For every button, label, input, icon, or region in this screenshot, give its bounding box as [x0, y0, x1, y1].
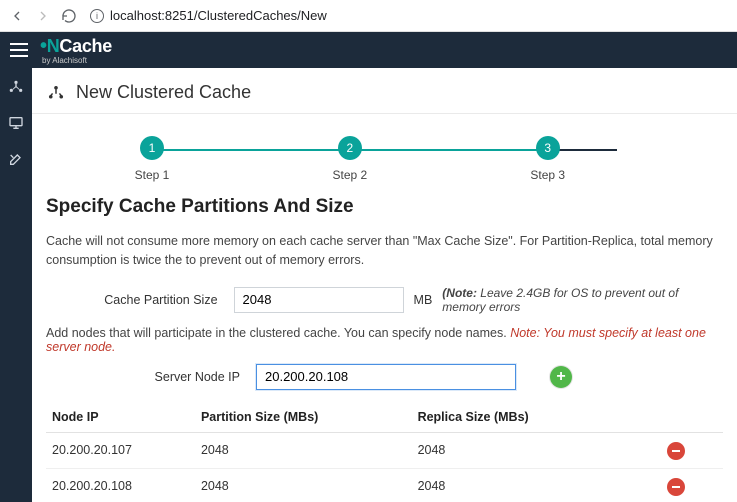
url-text: localhost:8251/ClusteredCaches/New	[110, 8, 327, 23]
step-connector	[152, 149, 350, 151]
col-actions	[628, 402, 723, 433]
tools-icon[interactable]	[7, 150, 25, 168]
browser-chrome: i localhost:8251/ClusteredCaches/New	[0, 0, 737, 32]
col-partition-size: Partition Size (MBs)	[195, 402, 412, 433]
cell-ip: 20.200.20.108	[46, 468, 195, 502]
section-description: Cache will not consume more memory on ea…	[46, 232, 723, 270]
nodes-table: Node IP Partition Size (MBs) Replica Siz…	[46, 402, 723, 502]
monitor-icon[interactable]	[7, 114, 25, 132]
col-replica-size: Replica Size (MBs)	[412, 402, 629, 433]
partition-size-label: Cache Partition Size	[46, 293, 224, 307]
server-ip-row: Server Node IP +	[46, 364, 723, 390]
back-button[interactable]	[8, 7, 26, 25]
wizard-steps: 1 Step 1 2 Step 2 3 Step 3	[32, 114, 737, 188]
address-bar[interactable]: i localhost:8251/ClusteredCaches/New	[86, 8, 729, 23]
nodes-description: Add nodes that will participate in the c…	[46, 326, 723, 354]
remove-node-button[interactable]	[667, 478, 685, 496]
section-title: Specify Cache Partitions And Size	[46, 196, 723, 218]
cell-replica: 2048	[412, 468, 629, 502]
partition-hint: (Note: Leave 2.4GB for OS to prevent out…	[442, 286, 723, 314]
partition-size-row: Cache Partition Size MB (Note: Leave 2.4…	[46, 286, 723, 314]
cluster-icon[interactable]	[7, 78, 25, 96]
brand-logo: •NCache by Alachisoft	[40, 35, 112, 65]
page-title: New Clustered Cache	[76, 82, 251, 103]
partition-unit: MB	[414, 293, 433, 307]
cell-replica: 2048	[412, 432, 629, 468]
main-content: New Clustered Cache 1 Step 1 2 Step 2 3 …	[32, 68, 737, 502]
menu-toggle[interactable]	[10, 43, 28, 57]
cell-partition: 2048	[195, 468, 412, 502]
cluster-icon	[46, 84, 66, 102]
server-ip-label: Server Node IP	[46, 370, 246, 384]
cell-ip: 20.200.20.107	[46, 432, 195, 468]
add-node-button[interactable]: +	[550, 366, 572, 388]
cell-partition: 2048	[195, 432, 412, 468]
table-row: 20.200.20.108 2048 2048	[46, 468, 723, 502]
step-connector	[350, 149, 548, 151]
sidebar	[0, 68, 32, 502]
col-node-ip: Node IP	[46, 402, 195, 433]
reload-button[interactable]	[60, 7, 78, 25]
remove-node-button[interactable]	[667, 442, 685, 460]
table-row: 20.200.20.107 2048 2048	[46, 432, 723, 468]
site-info-icon[interactable]: i	[90, 9, 104, 23]
partition-size-input[interactable]	[234, 287, 404, 313]
app-header: •NCache by Alachisoft	[0, 32, 737, 68]
server-ip-input[interactable]	[256, 364, 516, 390]
page-header: New Clustered Cache	[32, 68, 737, 114]
forward-button[interactable]	[34, 7, 52, 25]
